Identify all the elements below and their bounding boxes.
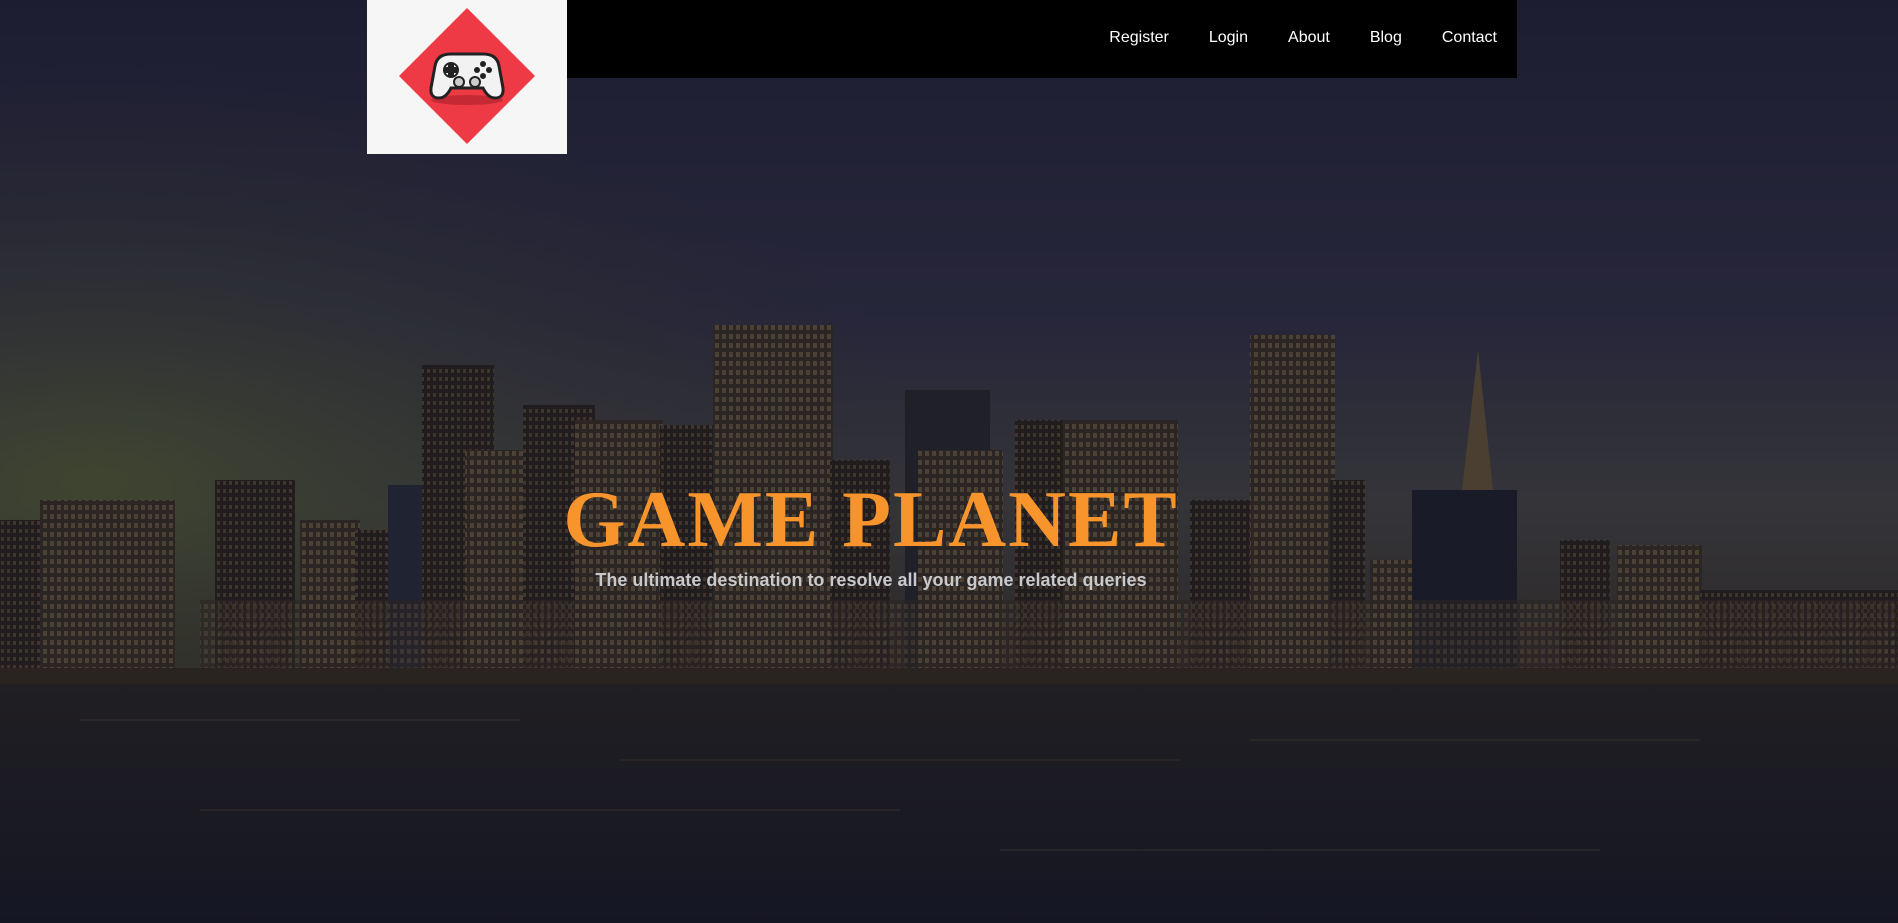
hero-title: GAME PLANET — [563, 476, 1179, 564]
nav-register-link[interactable]: Register — [1089, 29, 1189, 47]
gamepad-icon — [399, 8, 535, 144]
hero-subtitle: The ultimate destination to resolve all … — [595, 570, 1147, 590]
logo[interactable] — [367, 0, 567, 154]
main-nav: Register Login About Blog Contact — [1089, 0, 1517, 76]
hero-background — [0, 0, 1898, 923]
nav-about-link[interactable]: About — [1268, 29, 1350, 47]
nav-contact-link[interactable]: Contact — [1422, 29, 1517, 47]
city-skyline-image — [0, 0, 1898, 923]
nav-blog-link[interactable]: Blog — [1350, 29, 1422, 47]
nav-login-link[interactable]: Login — [1189, 29, 1268, 47]
